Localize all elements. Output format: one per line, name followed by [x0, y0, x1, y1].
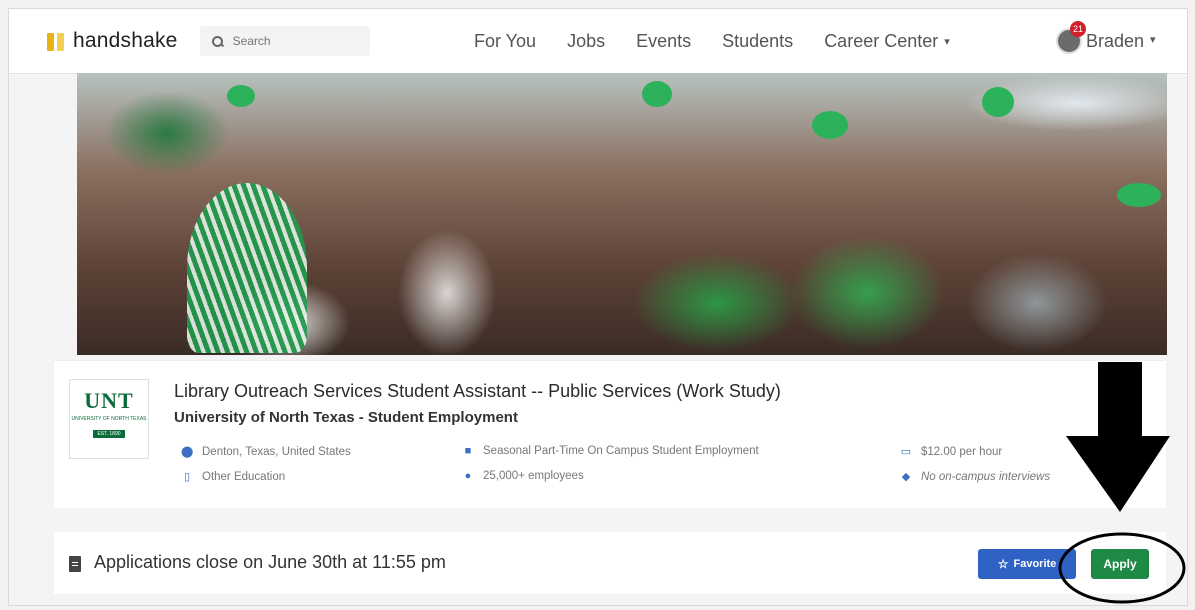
employer-cover-photo	[77, 73, 1167, 355]
interview-info-text: No on-campus interviews	[921, 470, 1051, 483]
document-icon: ▯	[183, 471, 191, 483]
notification-badge: 21	[1070, 21, 1086, 37]
top-navigation: handshake For You Jobs Events Students C…	[9, 9, 1187, 74]
avatar: 21	[1056, 21, 1086, 54]
search-box[interactable]	[199, 26, 370, 56]
pom-pom-shape	[812, 111, 848, 139]
chat-icon: ◆	[901, 471, 911, 483]
handshake-logo-icon	[47, 30, 67, 52]
logo-text: handshake	[73, 29, 178, 52]
employer-size: ● 25,000+ employees	[462, 470, 584, 482]
location-pin-icon: ⬤	[181, 446, 194, 458]
pom-pom-shape	[227, 85, 255, 107]
career-center-label: Career Center	[824, 30, 939, 51]
favorite-button[interactable]: ☆ Favorite	[978, 549, 1076, 579]
job-header-card: UNT UNIVERSITY OF NORTH TEXAS EST. 1890 …	[54, 360, 1166, 508]
search-input[interactable]	[230, 33, 355, 49]
job-type: ■ Seasonal Part-Time On Campus Student E…	[462, 445, 759, 457]
job-pay: ▭ $12.00 per hour	[900, 445, 1003, 459]
job-title: Library Outreach Services Student Assist…	[174, 381, 781, 401]
apply-button[interactable]: Apply	[1091, 549, 1149, 579]
pom-pom-shape	[187, 183, 307, 353]
pom-pom-shape	[642, 81, 672, 107]
nav-links: For You Jobs Events Students Career Cent…	[474, 9, 981, 73]
interview-info: ◆ No on-campus interviews	[900, 470, 1051, 484]
job-category-text: Other Education	[202, 470, 286, 483]
pom-pom-shape	[1117, 183, 1161, 207]
people-icon: ●	[464, 470, 472, 482]
job-category: ▯ Other Education	[181, 470, 286, 484]
nav-students[interactable]: Students	[722, 31, 793, 52]
employer-size-text: 25,000+ employees	[483, 470, 584, 482]
application-deadline: Applications close on June 30th at 11:55…	[94, 552, 446, 572]
handshake-logo[interactable]: handshake	[47, 29, 178, 53]
employer-name[interactable]: University of North Texas - Student Empl…	[174, 409, 518, 426]
apply-label: Apply	[1103, 557, 1137, 571]
briefcase-icon: ■	[464, 445, 472, 457]
user-menu[interactable]: 21 Braden ▾	[1056, 9, 1156, 73]
nav-jobs[interactable]: Jobs	[567, 31, 605, 52]
logo-subtitle: UNIVERSITY OF NORTH TEXAS	[71, 416, 147, 422]
user-name: Braden	[1086, 30, 1145, 51]
pom-pom-shape	[982, 87, 1014, 117]
document-icon	[69, 556, 81, 572]
job-pay-text: $12.00 per hour	[921, 445, 1003, 458]
application-bar: Applications close on June 30th at 11:55…	[54, 532, 1166, 594]
job-location-text: Denton, Texas, United States	[202, 445, 351, 458]
job-location: ⬤ Denton, Texas, United States	[181, 445, 351, 459]
chevron-down-icon: ▾	[1150, 33, 1156, 46]
star-icon: ☆	[997, 557, 1009, 571]
favorite-label: Favorite	[1013, 558, 1057, 570]
job-type-text: Seasonal Part-Time On Campus Student Emp…	[483, 445, 759, 457]
employer-logo[interactable]: UNT UNIVERSITY OF NORTH TEXAS EST. 1890	[69, 379, 149, 459]
nav-events[interactable]: Events	[636, 31, 691, 52]
nav-for-you[interactable]: For You	[474, 31, 536, 52]
nav-career-center[interactable]: Career Center ▾	[824, 31, 950, 52]
search-icon	[211, 35, 223, 47]
logo-est: EST. 1890	[93, 430, 125, 438]
money-icon: ▭	[900, 446, 912, 458]
app-frame: handshake For You Jobs Events Students C…	[8, 8, 1188, 606]
chevron-down-icon: ▾	[944, 35, 950, 48]
logo-name: UNT	[84, 388, 134, 413]
